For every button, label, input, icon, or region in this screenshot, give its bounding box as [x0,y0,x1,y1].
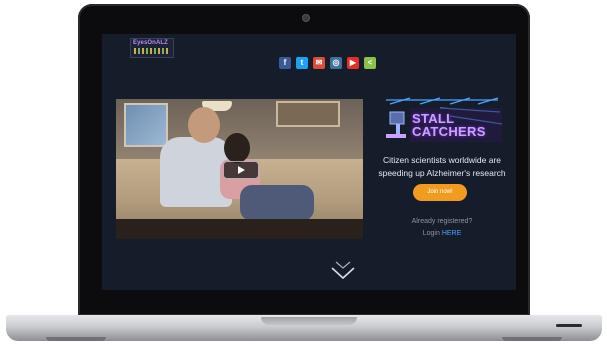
instagram-icon[interactable]: ◎ [330,57,342,69]
video-scene-girl-head [224,133,250,163]
video-player[interactable] [116,99,363,239]
video-scene-pillow [240,185,314,221]
logo-line-2: CATCHERS [412,124,486,139]
email-icon[interactable]: ✉ [313,57,325,69]
tagline: Citizen scientists worldwide are speedin… [378,155,506,178]
twitter-icon[interactable]: t [296,57,308,69]
laptop-base [6,315,602,341]
social-links: f t ✉ ◎ ▶ < [279,57,376,69]
play-icon [238,166,245,174]
video-scene-window [124,103,168,147]
website-screen: EyesOnALZ f t ✉ ◎ ▶ < STALL CATCHERS Cit… [102,34,516,290]
login-row: Login HERE [372,228,512,240]
youtube-icon[interactable]: ▶ [347,57,359,69]
laptop-notch [261,317,357,325]
already-registered-text: Already registered? [411,218,473,225]
logo-figures-icon [134,48,170,54]
laptop-foot-left [46,337,106,341]
logo-text: EyesOnALZ [133,40,168,46]
login-here-link[interactable]: HERE [442,230,461,237]
play-button[interactable] [223,161,259,179]
video-scene-picture [276,101,340,127]
share-icon[interactable]: < [364,57,376,69]
video-scene-man-head [188,107,220,143]
stall-catchers-title: STALL CATCHERS [412,112,486,138]
login-prefix: Login [422,230,442,237]
laptop-indicator [556,324,582,327]
eyesonalz-logo[interactable]: EyesOnALZ [130,38,174,58]
stall-catchers-logo: STALL CATCHERS [380,94,504,146]
video-scene-table [116,219,363,239]
webcam-icon [303,15,309,21]
scroll-down-chevron-icon[interactable] [330,260,356,280]
join-now-button[interactable]: Join now! [413,184,467,201]
laptop-foot-right [502,337,562,341]
facebook-icon[interactable]: f [279,57,291,69]
